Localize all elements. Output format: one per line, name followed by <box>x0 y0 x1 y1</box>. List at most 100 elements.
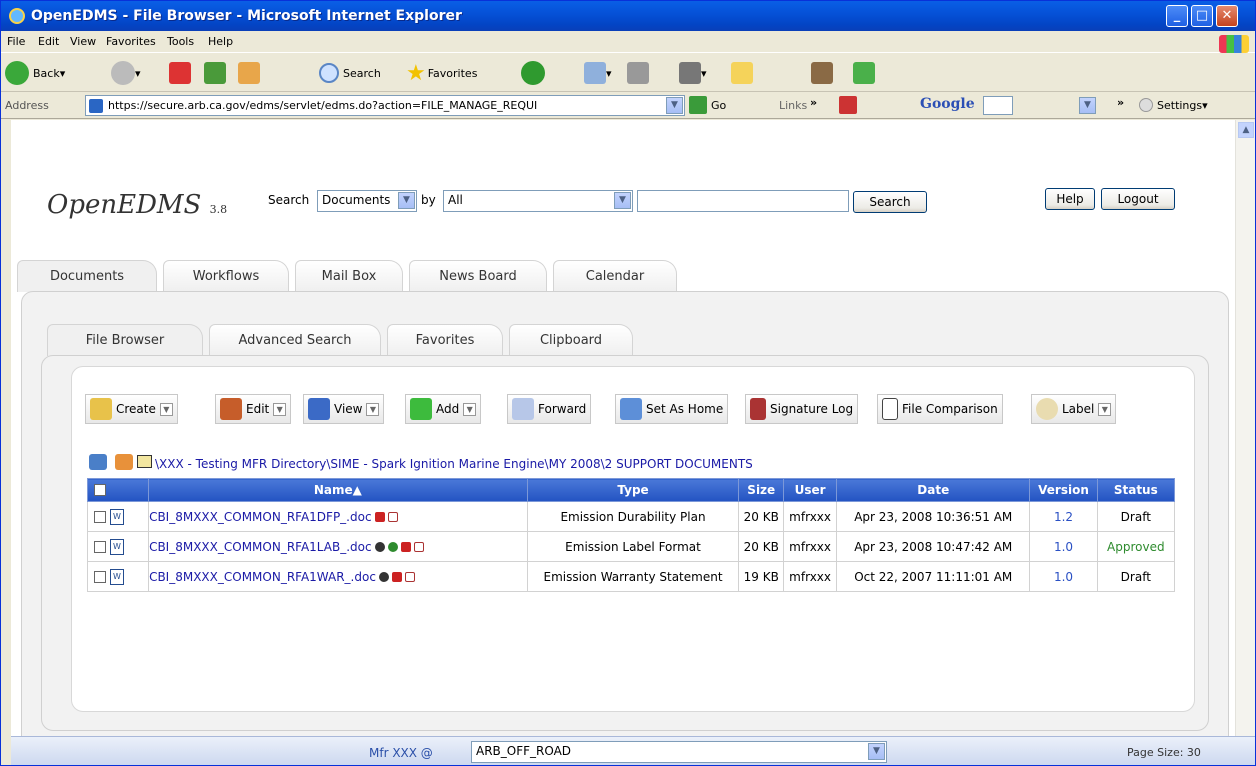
edit-page-button[interactable]: ▾ <box>679 60 707 86</box>
back-button[interactable]: Back ▾ <box>5 60 65 86</box>
table-header-row: Name▲ Type Size User Date Version Status <box>86 478 1176 502</box>
chevron-down-icon: ▼ <box>868 743 885 760</box>
column-user[interactable]: User <box>783 478 838 502</box>
row-checkbox[interactable] <box>94 510 106 523</box>
menu-favorites[interactable]: Favorites <box>106 35 156 48</box>
google-search-box[interactable] <box>983 96 1013 115</box>
menu-help[interactable]: Help <box>208 35 233 48</box>
status-cell: Approved <box>1096 531 1176 562</box>
version-cell[interactable]: 1.0 <box>1029 561 1098 592</box>
links-chevron-icon[interactable]: » <box>810 96 817 109</box>
edit-button[interactable]: Edit ▼ <box>215 394 292 424</box>
type-cell: Emission Label Format <box>526 531 740 562</box>
label-button[interactable]: Label ▼ <box>1031 394 1117 424</box>
window-edge <box>1 120 11 765</box>
tab-workflows[interactable]: Workflows <box>163 260 289 292</box>
refresh-button[interactable] <box>204 60 226 86</box>
organization-select[interactable]: ARB_OFF_ROAD ▼ <box>471 741 887 763</box>
search-input[interactable] <box>637 190 849 212</box>
view-button[interactable]: View ▼ <box>303 394 385 424</box>
column-status[interactable]: Status <box>1096 478 1176 502</box>
minimize-button[interactable]: _ <box>1166 5 1188 27</box>
address-dropdown[interactable]: ▼ <box>666 97 683 114</box>
up-folder-icon[interactable] <box>137 455 152 468</box>
select-all-header <box>86 478 150 502</box>
mail-button[interactable]: ▾ <box>584 60 612 86</box>
stop-button[interactable] <box>169 60 191 86</box>
home-nav-icon[interactable] <box>115 454 133 470</box>
page-icon <box>89 99 103 113</box>
column-type[interactable]: Type <box>526 478 740 502</box>
version-cell[interactable]: 1.2 <box>1029 501 1098 532</box>
file-link[interactable]: CBI_8MXXX_COMMON_RFA1WAR_.doc <box>149 570 376 584</box>
signature-log-button[interactable]: Signature Log <box>745 394 859 424</box>
maximize-button[interactable]: □ <box>1191 5 1213 27</box>
tab-advanced-search[interactable]: Advanced Search <box>209 324 381 356</box>
column-date[interactable]: Date <box>836 478 1031 502</box>
search-button[interactable]: Search <box>319 60 381 86</box>
logout-button[interactable]: Logout <box>1101 188 1175 210</box>
row-checkbox[interactable] <box>94 540 106 553</box>
favorites-button[interactable]: ★ Favorites <box>406 60 477 86</box>
network-icon[interactable] <box>89 454 107 470</box>
row-checkbox[interactable] <box>94 570 106 583</box>
set-as-home-button[interactable]: Set As Home <box>615 394 729 424</box>
scroll-up-icon[interactable]: ▲ <box>1238 122 1254 138</box>
breadcrumb[interactable]: \XXX - Testing MFR Directory\SIME - Spar… <box>155 457 753 471</box>
help-button[interactable]: Help <box>1045 188 1095 210</box>
file-name-cell[interactable]: CBI_8MXXX_COMMON_RFA1WAR_.doc <box>148 561 528 592</box>
email-icon[interactable] <box>404 572 415 582</box>
window-title: OpenEDMS - File Browser - Microsoft Inte… <box>31 8 462 24</box>
links-label[interactable]: Links <box>779 99 807 112</box>
menu-edit[interactable]: Edit <box>38 35 59 48</box>
research-button[interactable] <box>811 60 833 86</box>
google-dropdown[interactable]: ▼ <box>1079 97 1096 114</box>
file-link[interactable]: CBI_8MXXX_COMMON_RFA1DFP_.doc <box>149 510 372 524</box>
email-icon[interactable] <box>387 512 398 522</box>
discuss-button[interactable] <box>731 60 753 86</box>
print-button[interactable] <box>627 60 649 86</box>
search-type-select[interactable]: Documents ▼ <box>317 190 417 212</box>
lock-icon <box>374 512 385 522</box>
messenger-button[interactable] <box>853 60 875 86</box>
windows-logo-icon <box>1219 35 1249 53</box>
column-version[interactable]: Version <box>1029 478 1098 502</box>
file-name-cell[interactable]: CBI_8MXXX_COMMON_RFA1DFP_.doc <box>148 501 528 532</box>
settings-button[interactable]: Settings▾ <box>1157 99 1208 112</box>
more-chevron-icon[interactable]: » <box>1117 96 1124 109</box>
vertical-scrollbar[interactable]: ▲ <box>1235 120 1255 765</box>
menu-view[interactable]: View <box>70 35 96 48</box>
column-name[interactable]: Name▲ <box>148 478 528 502</box>
go-button[interactable]: Go <box>711 99 726 112</box>
forward-button[interactable]: ▾ <box>111 60 141 86</box>
file-comparison-button[interactable]: File Comparison <box>877 394 1003 424</box>
home-button[interactable] <box>238 60 260 86</box>
menu-tools[interactable]: Tools <box>167 35 194 48</box>
column-size[interactable]: Size <box>738 478 785 502</box>
tab-mail-box[interactable]: Mail Box <box>295 260 403 292</box>
tab-calendar[interactable]: Calendar <box>553 260 677 292</box>
search-field-select[interactable]: All ▼ <box>443 190 633 212</box>
add-button[interactable]: Add ▼ <box>405 394 482 424</box>
close-button[interactable]: ✕ <box>1216 5 1238 27</box>
tab-news-board[interactable]: News Board <box>409 260 547 292</box>
select-all-checkbox[interactable] <box>94 484 106 496</box>
tab-favorites[interactable]: Favorites <box>387 324 503 356</box>
tab-clipboard[interactable]: Clipboard <box>509 324 633 356</box>
email-icon[interactable] <box>413 542 424 552</box>
file-link[interactable]: CBI_8MXXX_COMMON_RFA1LAB_.doc <box>149 540 372 554</box>
history-button[interactable] <box>521 60 545 86</box>
search-button[interactable]: Search <box>853 191 927 213</box>
translate-icon[interactable] <box>839 96 857 114</box>
version-cell[interactable]: 1.0 <box>1029 531 1098 562</box>
chevron-down-icon: ▼ <box>463 402 477 416</box>
menu-bar: File Edit View Favorites Tools Help <box>1 31 1255 53</box>
tab-file-browser[interactable]: File Browser <box>47 324 203 356</box>
create-button[interactable]: Create ▼ <box>85 394 178 424</box>
tab-documents[interactable]: Documents <box>17 260 157 292</box>
address-field[interactable]: https://secure.arb.ca.gov/edms/servlet/e… <box>85 95 685 116</box>
forward-action-button[interactable]: Forward <box>507 394 592 424</box>
file-name-cell[interactable]: CBI_8MXXX_COMMON_RFA1LAB_.doc <box>148 531 528 562</box>
by-label: by <box>421 193 436 207</box>
menu-file[interactable]: File <box>7 35 25 48</box>
